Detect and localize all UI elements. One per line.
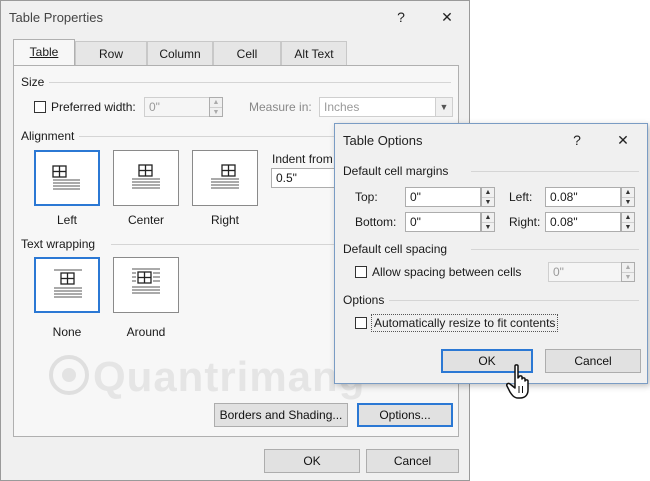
wrap-around-label: Around [126,325,166,339]
spin-down-icon[interactable]: ▼ [210,107,222,117]
tab-table[interactable]: Table [13,39,75,66]
auto-resize-label: Automatically resize to fit contents [371,314,559,332]
allow-spacing-checkbox[interactable] [355,266,367,278]
spin-up-icon[interactable]: ▲ [482,213,494,222]
table-align-right-icon [211,164,239,189]
options-group-label: Options [343,293,385,307]
chevron-down-icon[interactable]: ▼ [435,98,452,116]
auto-resize-checkbox[interactable] [355,317,367,329]
wrap-around-option[interactable] [113,257,179,313]
close-button[interactable]: ✕ [437,9,457,26]
tab-label: Cell [236,47,258,61]
ok-button[interactable]: OK [264,449,360,473]
divider [111,244,339,245]
watermark-logo-icon [49,355,89,395]
table-wrap-around-icon [132,268,160,294]
align-center-option[interactable] [113,150,179,206]
spin-up-icon[interactable]: ▲ [622,263,634,272]
preferred-width-input[interactable]: 0" [144,97,210,117]
measure-in-label: Measure in: [249,100,312,114]
wrap-none-option[interactable] [34,257,100,313]
text-wrapping-group-label: Text wrapping [21,237,96,251]
divider [49,82,451,83]
wrap-none-label: None [52,325,82,339]
align-right-label: Right [210,213,239,227]
tab-cell[interactable]: Cell [213,41,281,65]
table-align-center-icon [132,164,160,189]
allow-spacing-label: Allow spacing between cells [372,265,522,279]
help-button[interactable]: ? [567,132,587,148]
cell-spacing-group-label: Default cell spacing [343,242,448,256]
align-left-label: Left [56,213,77,227]
cancel-button[interactable]: Cancel [545,349,641,373]
spin-down-icon[interactable]: ▼ [622,272,634,282]
bottom-margin-input[interactable]: 0" [405,212,481,232]
tab-alt-text[interactable]: Alt Text [281,41,347,65]
bottom-margin-spinner[interactable]: ▲ ▼ [481,212,495,232]
close-button[interactable]: ✕ [613,132,633,149]
tab-row[interactable]: Row [75,41,147,65]
left-margin-label: Left: [509,190,533,204]
indent-label: Indent from l [272,152,339,166]
dialog-title: Table Options [343,133,423,148]
tab-label: Column [159,47,201,61]
table-wrap-none-icon [54,269,82,298]
help-button[interactable]: ? [391,9,411,25]
align-center-label: Center [127,213,165,227]
spin-down-icon[interactable]: ▼ [482,222,494,232]
spin-up-icon[interactable]: ▲ [210,98,222,107]
tab-label: Table [29,45,59,59]
right-margin-spinner[interactable]: ▲ ▼ [621,212,635,232]
divider [471,171,639,172]
preferred-width-spinner[interactable]: ▲ ▼ [209,97,223,117]
dialog-title: Table Properties [9,10,103,25]
preferred-width-checkbox[interactable] [34,101,46,113]
left-margin-spinner[interactable]: ▲ ▼ [621,187,635,207]
spacing-spinner[interactable]: ▲ ▼ [621,262,635,282]
top-margin-input[interactable]: 0" [405,187,481,207]
cancel-button[interactable]: Cancel [366,449,459,473]
watermark-text: Quantrimang [93,353,366,400]
borders-and-shading-button[interactable]: Borders and Shading... [214,403,348,427]
hand-cursor-icon [506,364,529,399]
preferred-width-label: Preferred width: [51,100,136,114]
spin-up-icon[interactable]: ▲ [622,188,634,197]
size-group-label: Size [21,75,45,89]
tab-column[interactable]: Column [147,41,213,65]
table-options-dialog: Table Options ? ✕ Default cell margins T… [334,123,648,384]
spin-down-icon[interactable]: ▼ [482,197,494,207]
align-right-option[interactable] [192,150,258,206]
spin-up-icon[interactable]: ▲ [482,188,494,197]
alignment-group-label: Alignment [21,129,75,143]
measure-in-value: Inches [324,100,360,114]
options-button[interactable]: Options... [357,403,453,427]
cell-margins-group-label: Default cell margins [343,164,449,178]
tab-label: Row [98,47,123,61]
spin-down-icon[interactable]: ▼ [622,222,634,232]
top-margin-label: Top: [355,190,378,204]
right-margin-label: Right: [509,215,541,229]
divider [389,300,639,301]
tab-label: Alt Text [294,47,334,61]
top-margin-spinner[interactable]: ▲ ▼ [481,187,495,207]
indent-input[interactable]: 0.5" [271,168,337,188]
spacing-input[interactable]: 0" [548,262,622,282]
right-margin-input[interactable]: 0.08" [545,212,621,232]
bottom-margin-label: Bottom: [355,215,397,229]
table-align-left-icon [52,165,80,190]
divider [471,249,639,250]
spin-down-icon[interactable]: ▼ [622,197,634,207]
divider [79,136,339,137]
spin-up-icon[interactable]: ▲ [622,213,634,222]
measure-in-select[interactable]: Inches ▼ [319,97,453,117]
left-margin-input[interactable]: 0.08" [545,187,621,207]
align-left-option[interactable] [34,150,100,206]
